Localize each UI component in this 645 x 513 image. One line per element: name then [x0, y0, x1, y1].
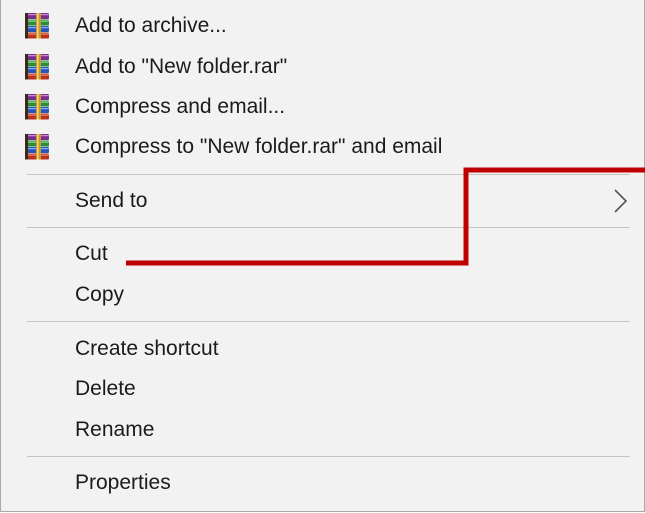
menu-separator: [27, 174, 630, 175]
menu-item-add-to-archive[interactable]: Add to archive...: [1, 6, 644, 46]
menu-item-label: Add to "New folder.rar": [75, 55, 288, 78]
menu-item-add-to-rar[interactable]: Add to "New folder.rar": [1, 47, 644, 87]
winrar-books-icon: [23, 93, 55, 121]
menu-item-copy[interactable]: Copy: [1, 275, 644, 315]
menu-item-label: Cut: [75, 242, 108, 265]
menu-item-rename[interactable]: Rename: [1, 410, 644, 450]
menu-item-create-shortcut[interactable]: Create shortcut: [1, 329, 644, 369]
winrar-books-icon: [23, 53, 55, 81]
context-menu: Add to archive... Add to "New folder.rar…: [0, 0, 645, 512]
menu-separator: [27, 227, 630, 228]
menu-item-label: Add to archive...: [75, 14, 227, 37]
menu-item-compress-and-email[interactable]: Compress and email...: [1, 87, 644, 127]
menu-item-label: Send to: [75, 189, 148, 212]
menu-separator: [27, 321, 630, 322]
menu-separator: [27, 456, 630, 457]
winrar-books-icon: [23, 133, 55, 161]
menu-item-send-to[interactable]: Send to: [1, 181, 644, 221]
menu-item-label: Create shortcut: [75, 337, 219, 360]
menu-item-label: Compress to "New folder.rar" and email: [75, 135, 443, 158]
menu-item-delete[interactable]: Delete: [1, 369, 644, 409]
menu-item-label: Copy: [75, 283, 125, 306]
menu-item-label: Compress and email...: [75, 95, 286, 118]
menu-item-compress-to-rar-and-email[interactable]: Compress to "New folder.rar" and email: [1, 127, 644, 167]
menu-item-cut[interactable]: Cut: [1, 234, 644, 274]
menu-item-properties[interactable]: Properties: [1, 463, 644, 503]
menu-item-label: Rename: [75, 418, 155, 441]
menu-item-label: Properties: [75, 471, 171, 494]
menu-item-label: Delete: [75, 377, 136, 400]
winrar-books-icon: [23, 12, 55, 40]
chevron-right-icon: [614, 189, 628, 213]
